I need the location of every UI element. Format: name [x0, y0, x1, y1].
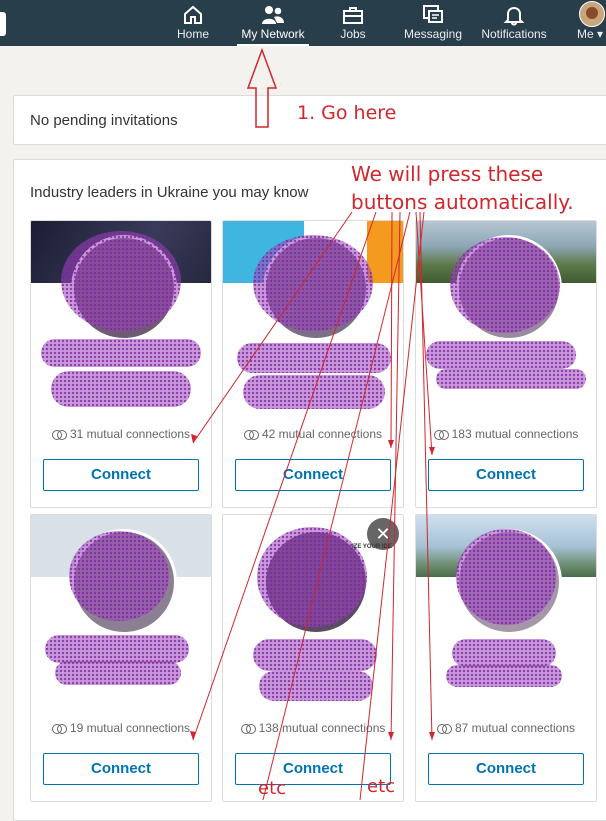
annotation-line2: buttons automatically.	[351, 190, 574, 214]
annotation-etc-1: etc	[258, 778, 287, 799]
annotation-line1: We will press these	[351, 162, 544, 186]
annotation-etc-2: etc	[367, 776, 396, 797]
annotation-step1: 1. Go here	[297, 102, 397, 124]
